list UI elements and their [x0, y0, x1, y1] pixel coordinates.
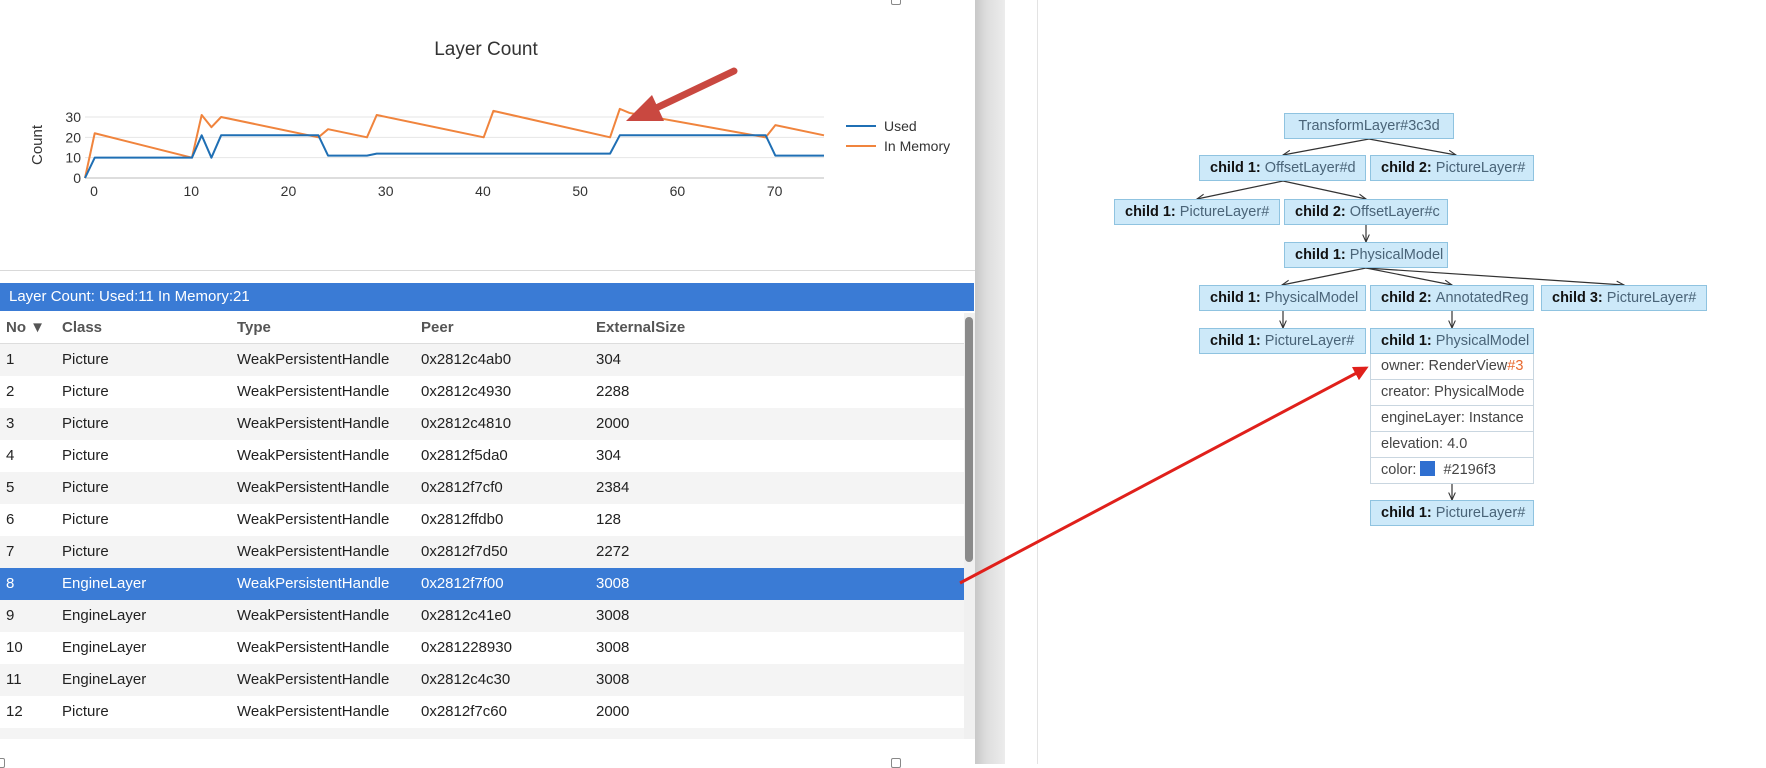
window-corner-marker — [0, 758, 5, 768]
tree-node-picture-layer[interactable]: child 3: PictureLayer# — [1541, 285, 1707, 311]
tree-node-physical-model-selected[interactable]: child 1: PhysicalModel — [1370, 328, 1534, 354]
tree-edge — [1197, 180, 1284, 199]
window-corner-marker — [891, 758, 901, 768]
color-swatch — [1420, 461, 1436, 476]
property-owner: owner: RenderView#3 — [1370, 354, 1534, 380]
tree-node-root[interactable]: TransformLayer#3c3d — [1284, 113, 1454, 139]
tree-node-offset-layer-c[interactable]: child 2: OffsetLayer#c — [1284, 199, 1448, 225]
tree-node-picture-layer[interactable]: child 1: PictureLayer# — [1370, 500, 1534, 526]
tree-edge — [1365, 267, 1624, 285]
window-corner-marker — [891, 0, 901, 5]
tree-node-picture-layer[interactable]: child 2: PictureLayer# — [1370, 155, 1534, 181]
tree-edge — [1282, 267, 1367, 285]
tree-edge — [1283, 138, 1370, 155]
tree-node-physical-model[interactable]: child 1: PhysicalModel — [1284, 242, 1448, 268]
property-elevation: elevation: 4.0 — [1370, 432, 1534, 458]
property-color: color: #2196f3 — [1370, 458, 1534, 484]
tree-node-physical-model[interactable]: child 1: PhysicalModel — [1199, 285, 1366, 311]
tree-node-picture-layer[interactable]: child 1: PictureLayer# — [1114, 199, 1280, 225]
tree-edge — [1282, 180, 1366, 199]
tree-node-picture-layer[interactable]: child 1: PictureLayer# — [1199, 328, 1366, 354]
property-engine-layer: engineLayer: Instance — [1370, 406, 1534, 432]
property-creator: creator: PhysicalMode — [1370, 380, 1534, 406]
tree-node-offset-layer-d[interactable]: child 1: OffsetLayer#d — [1199, 155, 1366, 181]
tree-node-annotated-region[interactable]: child 2: AnnotatedReg — [1370, 285, 1534, 311]
tree-edge — [1368, 138, 1456, 155]
